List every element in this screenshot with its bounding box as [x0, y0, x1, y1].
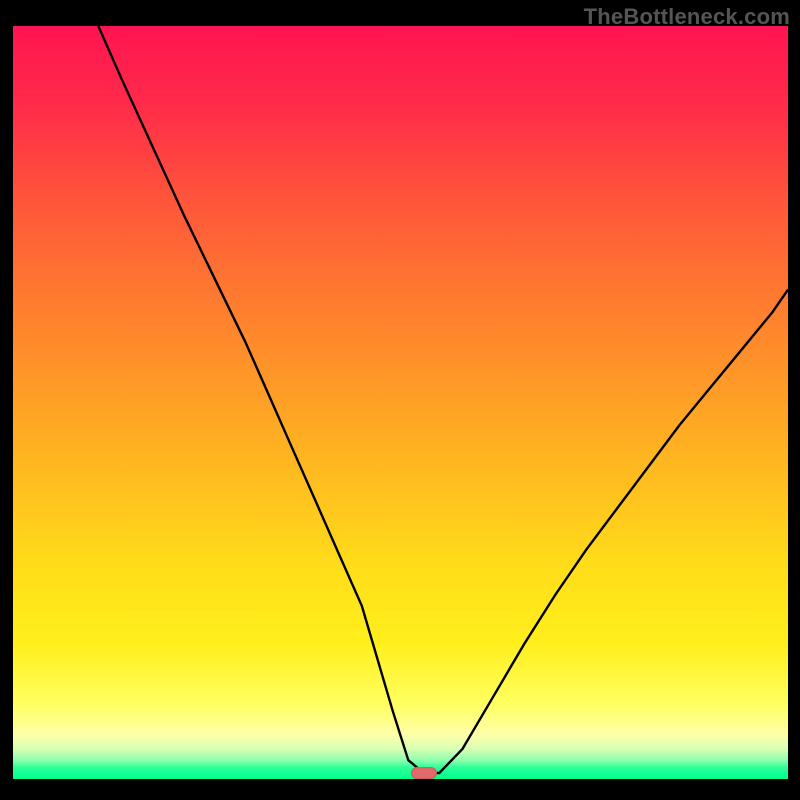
watermark-text: TheBottleneck.com — [584, 4, 790, 30]
bottleneck-curve-path — [98, 26, 788, 773]
chart-frame: TheBottleneck.com — [0, 0, 800, 800]
curve-svg — [13, 26, 788, 779]
optimal-marker — [411, 767, 437, 779]
